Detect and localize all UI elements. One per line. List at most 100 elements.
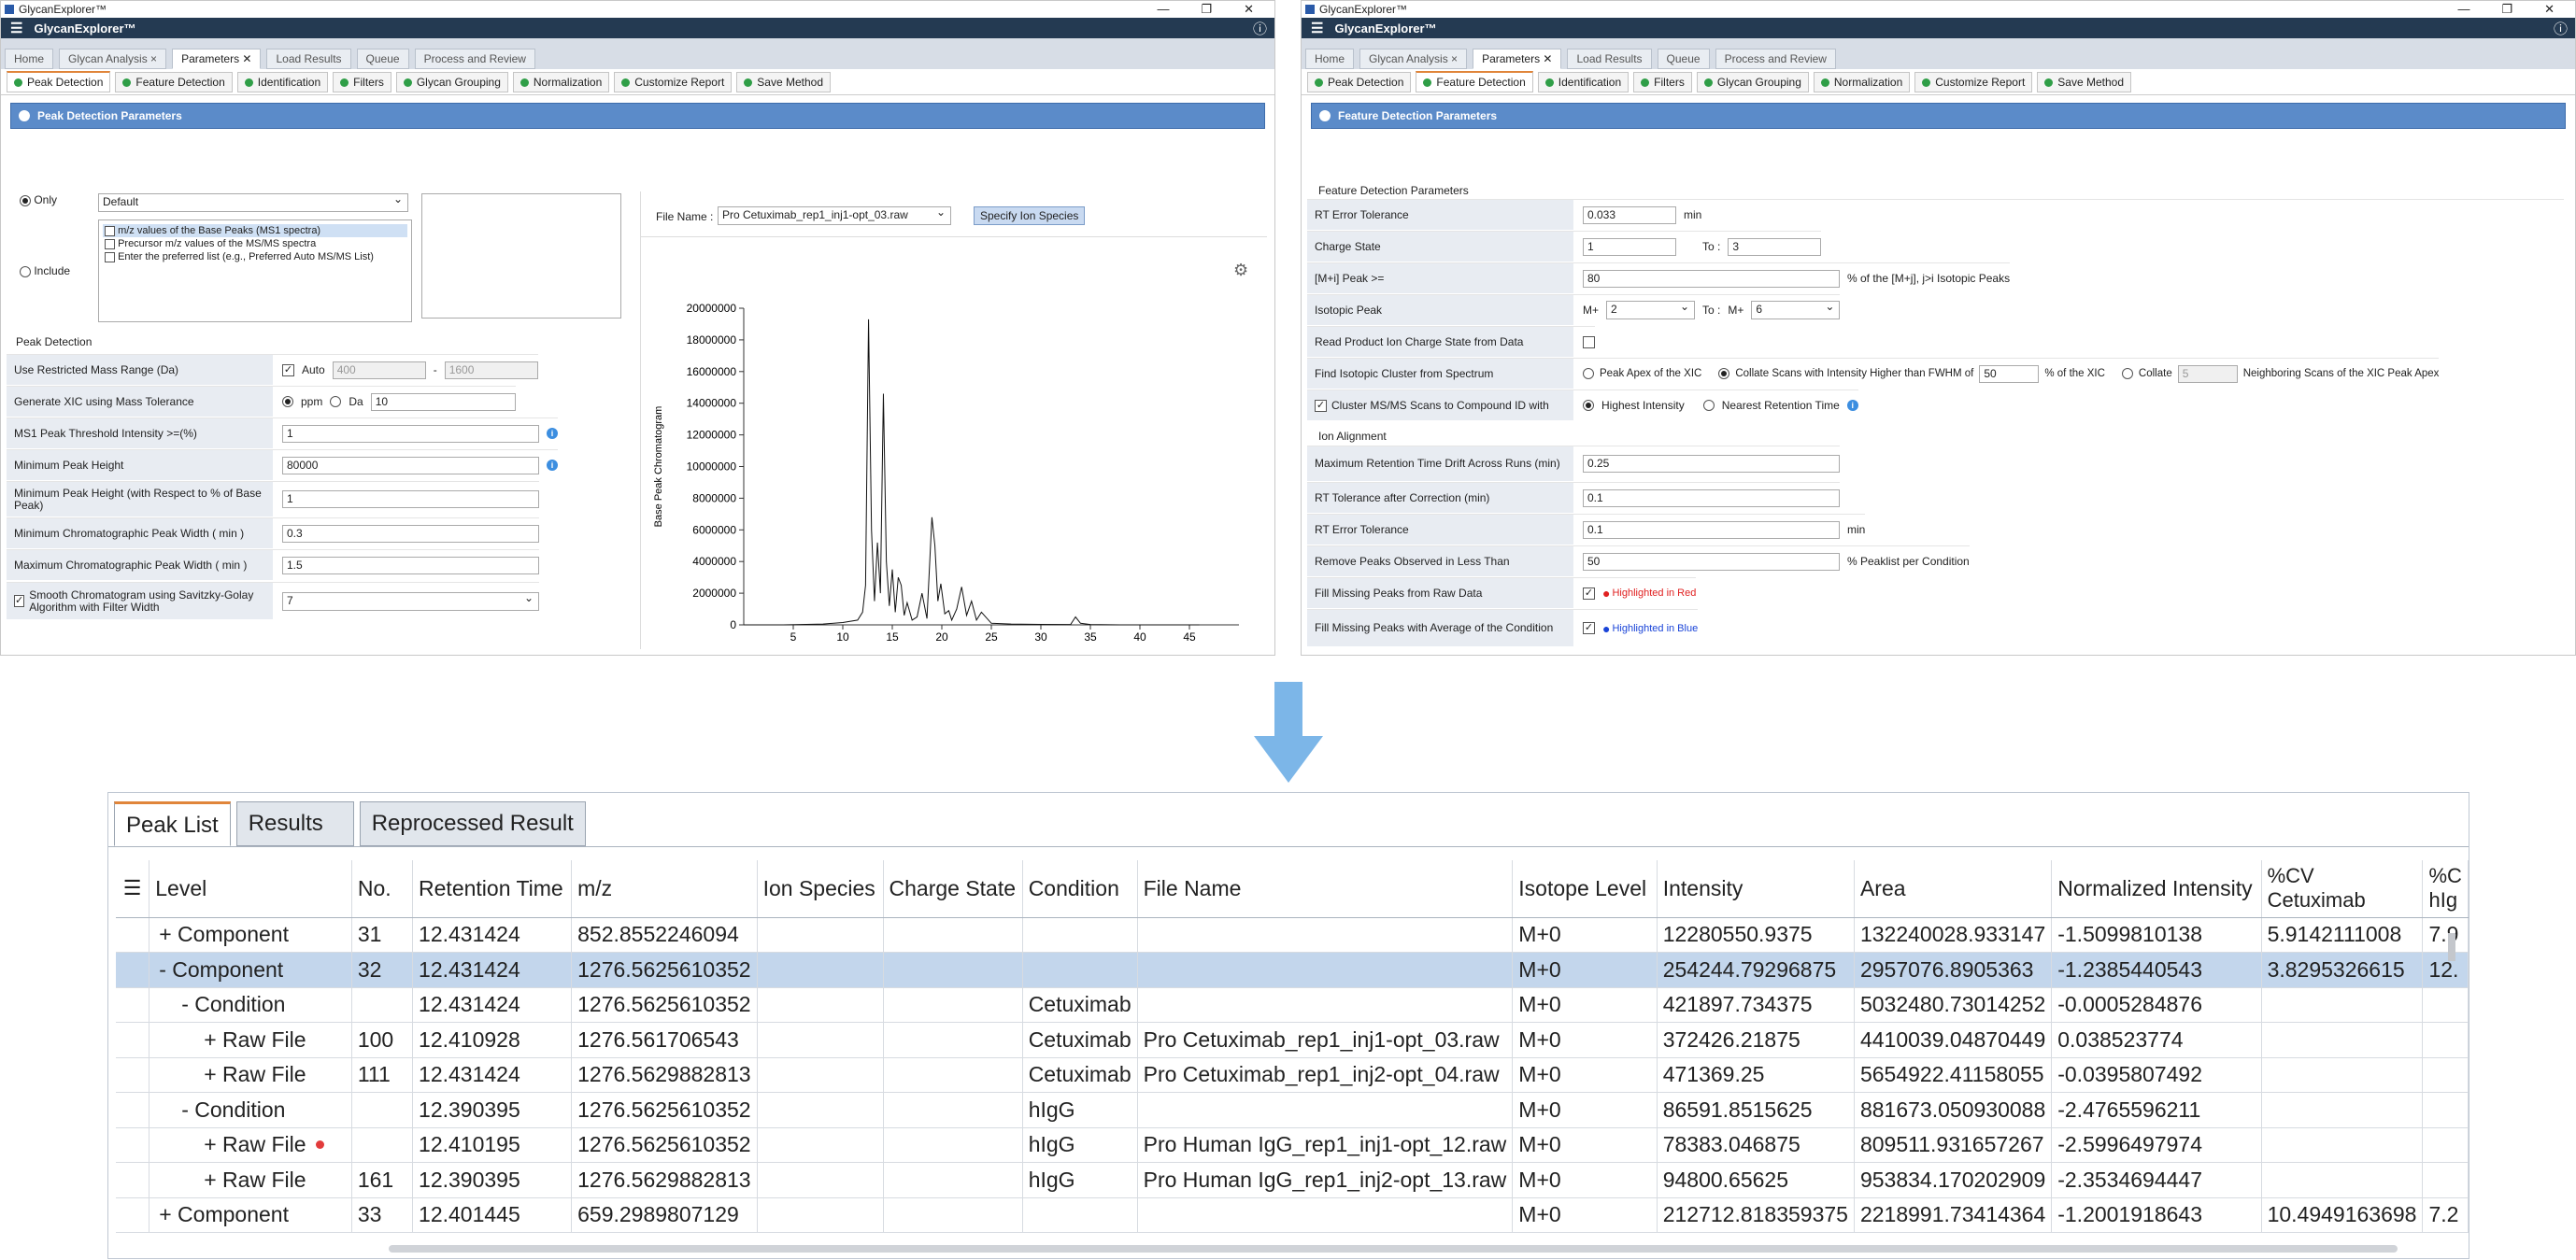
tab-process-review[interactable]: Process and Review [1715, 49, 1836, 69]
info-icon[interactable]: i [1846, 400, 1858, 411]
peak-apex-radio[interactable] [1583, 368, 1594, 379]
hamburger-menu-icon[interactable]: ☰ [1311, 20, 1323, 36]
subtab-filters[interactable]: Filters [1633, 71, 1692, 92]
rt-error-input[interactable]: 0.033 [1583, 205, 1676, 224]
minimize-icon[interactable]: — [1157, 2, 1169, 17]
isotope-from-dropdown[interactable]: 2 [1606, 300, 1696, 319]
subtab-identification[interactable]: Identification [236, 71, 329, 92]
subtab-customize-report[interactable]: Customize Report [614, 71, 733, 92]
filter-width-dropdown[interactable]: 7 [282, 591, 539, 611]
subtab-normalization[interactable]: Normalization [1813, 71, 1911, 92]
horizontal-scrollbar[interactable] [389, 1245, 2398, 1253]
min-width-input[interactable]: 0.3 [282, 524, 539, 543]
max-rt-drift-input[interactable]: 0.25 [1583, 455, 1840, 473]
subtab-glycan-grouping[interactable]: Glycan Grouping [1696, 71, 1809, 92]
read-product-checkbox[interactable] [1583, 335, 1595, 348]
vertical-scrollbar[interactable] [2448, 933, 2455, 961]
da-radio[interactable] [330, 396, 342, 407]
charge-to-input[interactable]: 3 [1728, 237, 1822, 256]
mi-peak-input[interactable]: 80 [1583, 269, 1840, 288]
tab-peak-list[interactable]: Peak List [114, 801, 231, 846]
tab-results[interactable]: Results [235, 801, 354, 846]
col-file-name[interactable]: File Name [1137, 860, 1514, 918]
only-dropdown[interactable]: Default [98, 192, 408, 212]
tab-glycan-analysis[interactable]: Glycan Analysis × [1359, 49, 1468, 69]
col-intensity[interactable]: Intensity [1657, 860, 1855, 918]
fill-average-checkbox[interactable]: ✓ [1583, 622, 1595, 634]
col-level[interactable]: Level [149, 860, 352, 918]
tab-glycan-analysis[interactable]: Glycan Analysis × [59, 49, 167, 69]
remove-peaks-input[interactable]: 50 [1583, 552, 1840, 571]
mass-to-input[interactable]: 1600 [444, 361, 538, 379]
col-ion-species[interactable]: Ion Species [757, 860, 884, 918]
tab-process-review[interactable]: Process and Review [414, 49, 535, 69]
tab-queue[interactable]: Queue [356, 49, 409, 69]
list-item[interactable]: Enter the preferred list (e.g., Preferre… [103, 250, 407, 263]
cluster-msms-checkbox[interactable]: ✓ [1315, 399, 1327, 412]
level-toggle-cell[interactable]: + Raw File [149, 1127, 352, 1163]
tab-queue[interactable]: Queue [1657, 49, 1710, 69]
level-toggle-cell[interactable]: - Component [149, 952, 352, 988]
list-item[interactable]: Precursor m/z values of the MS/MS spectr… [103, 237, 407, 250]
tab-home[interactable]: Home [5, 49, 54, 69]
row-selector[interactable] [116, 987, 150, 1023]
restore-icon[interactable]: ❐ [2501, 2, 2512, 17]
minimize-icon[interactable]: — [2457, 2, 2469, 17]
level-toggle-cell[interactable]: - Condition [149, 1092, 352, 1128]
table-row[interactable]: + Raw File 100 12.410928 1276.561706543 Cetu… [116, 1022, 2469, 1058]
tab-home[interactable]: Home [1305, 49, 1355, 69]
tab-load-results[interactable]: Load Results [1567, 49, 1652, 69]
specify-ion-species-button[interactable]: Specify Ion Species [974, 206, 1086, 225]
row-selector[interactable] [116, 1162, 150, 1198]
collapse-icon[interactable] [19, 110, 30, 121]
row-selector[interactable] [116, 917, 150, 953]
level-toggle-cell[interactable]: + Component [149, 917, 352, 953]
mass-from-input[interactable]: 400 [332, 361, 426, 379]
column-menu-icon[interactable]: ☰ [116, 860, 150, 918]
subtab-glycan-grouping[interactable]: Glycan Grouping [395, 71, 508, 92]
col-cv-cetuximab[interactable]: %CV Cetuximab [2261, 860, 2424, 918]
hamburger-menu-icon[interactable]: ☰ [10, 20, 22, 36]
col-charge-state[interactable]: Charge State [883, 860, 1023, 918]
col-cv-higg[interactable]: %C hIg [2422, 860, 2469, 918]
collate-radio[interactable] [2121, 368, 2133, 379]
level-toggle-cell[interactable]: - Condition [149, 987, 352, 1023]
subtab-save-method[interactable]: Save Method [2037, 71, 2132, 92]
col-mz[interactable]: m/z [571, 860, 758, 918]
tolerance-input[interactable]: 10 [370, 392, 516, 411]
charge-from-input[interactable]: 1 [1583, 237, 1676, 256]
tab-reprocessed-result[interactable]: Reprocessed Result [359, 801, 586, 846]
row-selector[interactable] [116, 1127, 150, 1163]
col-condition[interactable]: Condition [1022, 860, 1138, 918]
rt-after-input[interactable]: 0.1 [1583, 488, 1840, 507]
level-toggle-cell[interactable]: + Raw File [149, 1162, 352, 1198]
collapse-icon[interactable] [1319, 110, 1331, 121]
restore-icon[interactable]: ❐ [1201, 2, 1212, 17]
subtab-normalization[interactable]: Normalization [512, 71, 610, 92]
include-list[interactable]: m/z values of the Base Peaks (MS1 spectr… [98, 219, 412, 322]
col-normalized-intensity[interactable]: Normalized Intensity [2051, 860, 2262, 918]
info-icon[interactable]: ⓘ [1253, 19, 1267, 38]
panel-header[interactable]: Feature Detection Parameters [1311, 103, 2566, 129]
highest-intensity-radio[interactable] [1583, 400, 1594, 411]
only-radio[interactable] [20, 194, 31, 206]
fill-missing-checkbox[interactable]: ✓ [1583, 587, 1595, 600]
tab-parameters[interactable]: Parameters ✕ [1473, 49, 1562, 69]
table-row[interactable]: + Raw File 161 12.390395 1276.5629882813 hIg… [116, 1162, 2469, 1198]
level-toggle-cell[interactable]: + Component [149, 1197, 352, 1233]
min-peak-height-input[interactable]: 80000 [282, 456, 539, 474]
col-retention-time[interactable]: Retention Time [412, 860, 573, 918]
collate-scans-radio[interactable] [1718, 368, 1730, 379]
subtab-customize-report[interactable]: Customize Report [1914, 71, 2033, 92]
max-width-input[interactable]: 1.5 [282, 556, 539, 574]
row-selector[interactable] [116, 1197, 150, 1233]
info-icon[interactable]: i [547, 428, 558, 439]
level-toggle-cell[interactable]: + Raw File [149, 1022, 352, 1058]
smooth-checkbox[interactable]: ✓ [14, 595, 25, 607]
table-row[interactable]: + Component 31 12.431424 852.8552246094 M+0 1… [116, 917, 2469, 953]
table-row[interactable]: - Condition 12.390395 1276.5625610352 hIgG M… [116, 1092, 2469, 1128]
isotope-to-dropdown[interactable]: 6 [1751, 300, 1841, 319]
include-option[interactable]: Include [20, 264, 70, 277]
list-item[interactable]: m/z values of the Base Peaks (MS1 spectr… [103, 224, 407, 237]
panel-header[interactable]: Peak Detection Parameters [10, 103, 1265, 129]
